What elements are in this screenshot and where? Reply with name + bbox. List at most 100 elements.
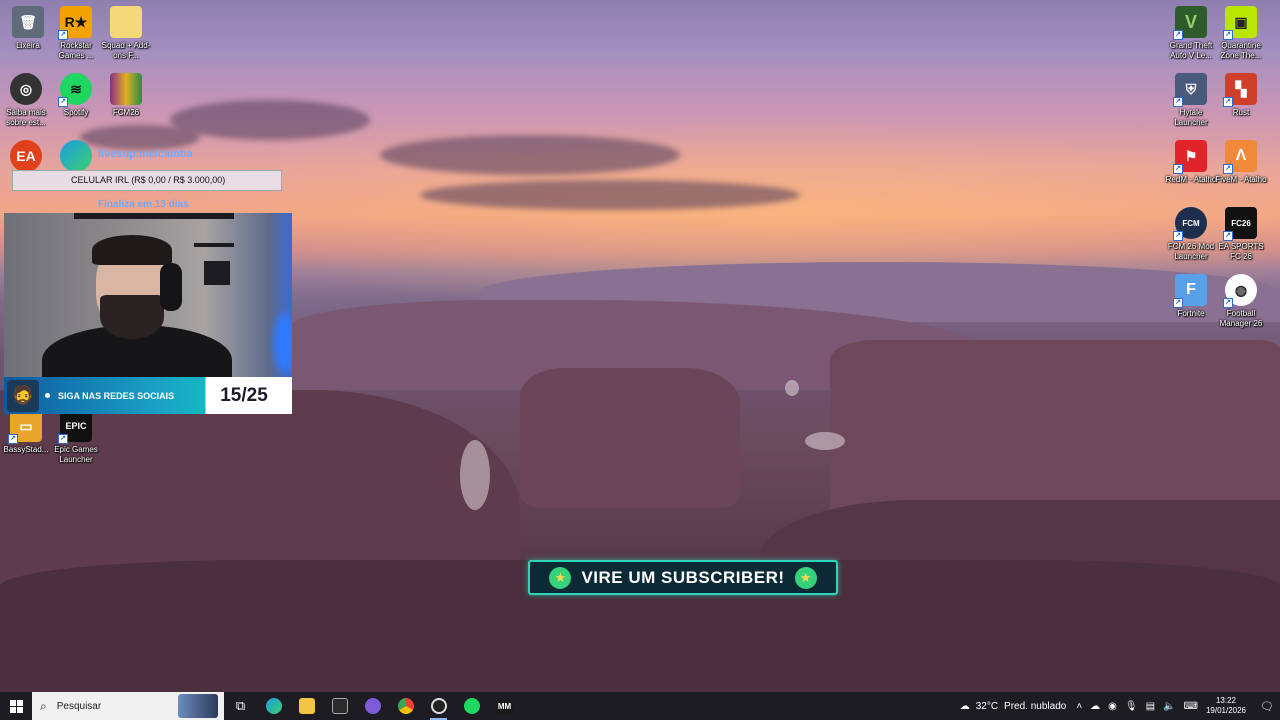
desktop-icon-football-manager[interactable]: ◍ ↗ Football Manager 26 (1213, 274, 1269, 329)
taskbar-discord[interactable] (356, 692, 389, 720)
desktop-icon-saiba[interactable]: ◎ Saiba mais sobre est... (0, 73, 54, 128)
taskbar-chrome[interactable] (389, 692, 422, 720)
quarantine-zone-icon: ▣ ↗ (1223, 6, 1257, 40)
icon-label: EA SPORTS FC 26 (1218, 242, 1264, 261)
social-count: 15/25 (220, 384, 268, 406)
desktop-icon-quarantine[interactable]: ▣ ↗ Quarantine Zone The... (1213, 6, 1269, 61)
taskbar-edge[interactable] (257, 692, 290, 720)
weather-widget[interactable]: ☁ 32°C Pred. nublado (960, 701, 1067, 712)
overlay-goal-bar: CELULAR IRL (R$ 0,00 / R$ 3.000,00) (12, 170, 282, 191)
taskbar-mm[interactable]: MM (488, 692, 521, 720)
cam-light (274, 313, 292, 373)
security-icon[interactable]: ◉ (1108, 701, 1117, 712)
ea-icon: EA (10, 140, 42, 172)
spotify-icon (463, 698, 480, 714)
icon-label: Spotify (63, 108, 89, 117)
wallpaper-cloud (170, 100, 370, 140)
desktop-icon-rust[interactable]: ▚ ↗ Rust (1213, 73, 1269, 118)
icon-label: BassyStad... (3, 445, 49, 454)
icon-label: Rust (1232, 108, 1250, 117)
mm-app-icon: MM (496, 698, 513, 714)
ea-fc26-icon: FC26 ↗ (1223, 207, 1257, 241)
icon-label: FCM 26 Mod Launcher (1167, 242, 1215, 261)
desktop-icon-fivem[interactable]: Λ ↗ FiveM - Atalho (1213, 140, 1269, 185)
search-placeholder: Pesquisar (56, 700, 102, 712)
task-view-icon: ⧉ (235, 698, 246, 713)
star-badge-icon: ★ (794, 566, 817, 589)
cam-person-beard (100, 295, 164, 339)
desktop-icon-easports[interactable]: FC26 ↗ EA SPORTS FC 26 (1213, 207, 1269, 262)
folder-icon (110, 6, 142, 38)
football-manager-icon: ◍ ↗ (1223, 274, 1257, 308)
desktop-icon-fcm26-mod[interactable]: FCM ↗ FCM 26 Mod Launcher (1163, 207, 1219, 262)
icon-label: Squad + Add-ons F... (101, 41, 151, 60)
clock-time: 13:22 (1215, 696, 1236, 705)
store-icon (331, 698, 348, 714)
taskbar-obs[interactable] (422, 692, 455, 720)
icon-label: Saiba mais sobre est... (6, 108, 46, 127)
windows-logo-icon (9, 699, 23, 713)
desktop-icon-hytale[interactable]: ⛨ ↗ Hytale Launcher (1163, 73, 1219, 128)
fivem-icon: Λ ↗ (1223, 140, 1257, 174)
icon-label: FCM26 (112, 108, 140, 117)
desktop-icon-fortnite[interactable]: F ↗ Fortnite (1163, 274, 1219, 319)
search-highlight-image (178, 694, 218, 718)
edge-icon (265, 698, 282, 714)
subscriber-banner: ★ VIRE UM SUBSCRIBER! ★ (528, 560, 838, 595)
notification-button[interactable]: 🗨 (1254, 692, 1280, 720)
task-view-button[interactable]: ⧉ (224, 692, 257, 720)
taskbar-file-explorer[interactable] (290, 692, 323, 720)
star-badge-icon: ★ (549, 566, 572, 589)
wallpaper-river (785, 380, 799, 396)
start-button[interactable] (0, 692, 32, 720)
desktop-icon-bassy[interactable]: ▭ ↗ BassyStad... (0, 410, 54, 455)
icon-label: FiveM - Atalho (1215, 175, 1267, 184)
desktop-wallpaper[interactable]: 🗑 Lixeira R★ ↗ Rockstar Games ... Squad +… (0, 0, 1280, 692)
desktop-icon-gta[interactable]: V ↗ Grand Theft Auto V Le... (1163, 6, 1219, 61)
taskbar-store[interactable] (323, 692, 356, 720)
icon-label: Football Manager 26 (1219, 309, 1263, 328)
cam-shelf (74, 213, 234, 219)
taskbar-search[interactable]: ⌕ Pesquisar (32, 692, 224, 720)
taskbar-spotify[interactable] (455, 692, 488, 720)
rust-icon: ▚ ↗ (1223, 73, 1257, 107)
social-overlay: 🧔 SIGA NAS REDES SOCIAIS 15/25 (4, 377, 292, 414)
clock[interactable]: 13:22 19/01/2026 (1206, 696, 1246, 716)
desktop-icon-fcm26[interactable]: FCM26 (98, 73, 154, 118)
wallpaper-cloud (380, 135, 680, 175)
cloud-sync-icon[interactable]: ☁ (1090, 701, 1100, 712)
notification-icon: 🗨 (1260, 700, 1274, 713)
overlay-link: livesup.me/caioba (98, 148, 193, 160)
wallpaper-river (460, 440, 490, 510)
desktop-icon-squad[interactable]: Squad + Add-ons F... (98, 6, 154, 61)
desktop-icon-rockstar[interactable]: R★ ↗ Rockstar Games ... (48, 6, 104, 61)
overlay-ends-text: Finaliza em 13 dias (98, 199, 189, 210)
icon-label: Grand Theft Auto V Le... (1169, 41, 1213, 60)
taskbar: ⌕ Pesquisar ⧉ MM ☁ 32°C Pred. nublado ˄ … (0, 692, 1280, 720)
desktop-icon-spotify[interactable]: ≋ ↗ Spotify (48, 73, 104, 118)
camera-icon: ◎ (10, 73, 42, 105)
cam-shelf (194, 243, 234, 247)
package-icon: ▭ ↗ (8, 410, 42, 444)
chevron-up-icon[interactable]: ˄ (1076, 701, 1082, 712)
cam-person-hair (92, 235, 172, 265)
desktop-icon-epic[interactable]: EPIC ↗ Epic Games Launcher (48, 410, 104, 465)
edge-icon (60, 140, 92, 172)
rar-icon (110, 73, 142, 105)
wallpaper-cloud (420, 180, 800, 210)
spotify-icon: ≋ ↗ (58, 73, 92, 107)
icon-label: Quarantine Zone The... (1220, 41, 1262, 60)
volume-icon[interactable]: 🔈 (1163, 701, 1175, 712)
search-icon: ⌕ (40, 698, 47, 713)
desktop-icon-redm[interactable]: ⚑ ↗ RedM - Atalho (1163, 140, 1219, 185)
cam-frame (204, 261, 230, 285)
language-icon[interactable]: ⌨ (1184, 701, 1198, 712)
epic-games-icon: EPIC ↗ (58, 410, 92, 444)
recycle-bin-icon: 🗑 (12, 6, 44, 38)
tray-icons: ˄ ☁ ◉ 🎙 ▤ 🔈 ⌨ (1076, 701, 1198, 712)
icon-label: Rockstar Games ... (58, 41, 94, 60)
weather-temp: 32°C (975, 700, 999, 712)
network-icon[interactable]: ▤ (1146, 701, 1155, 712)
bullet-dot (45, 393, 50, 398)
microphone-icon[interactable]: 🎙 (1125, 701, 1138, 712)
